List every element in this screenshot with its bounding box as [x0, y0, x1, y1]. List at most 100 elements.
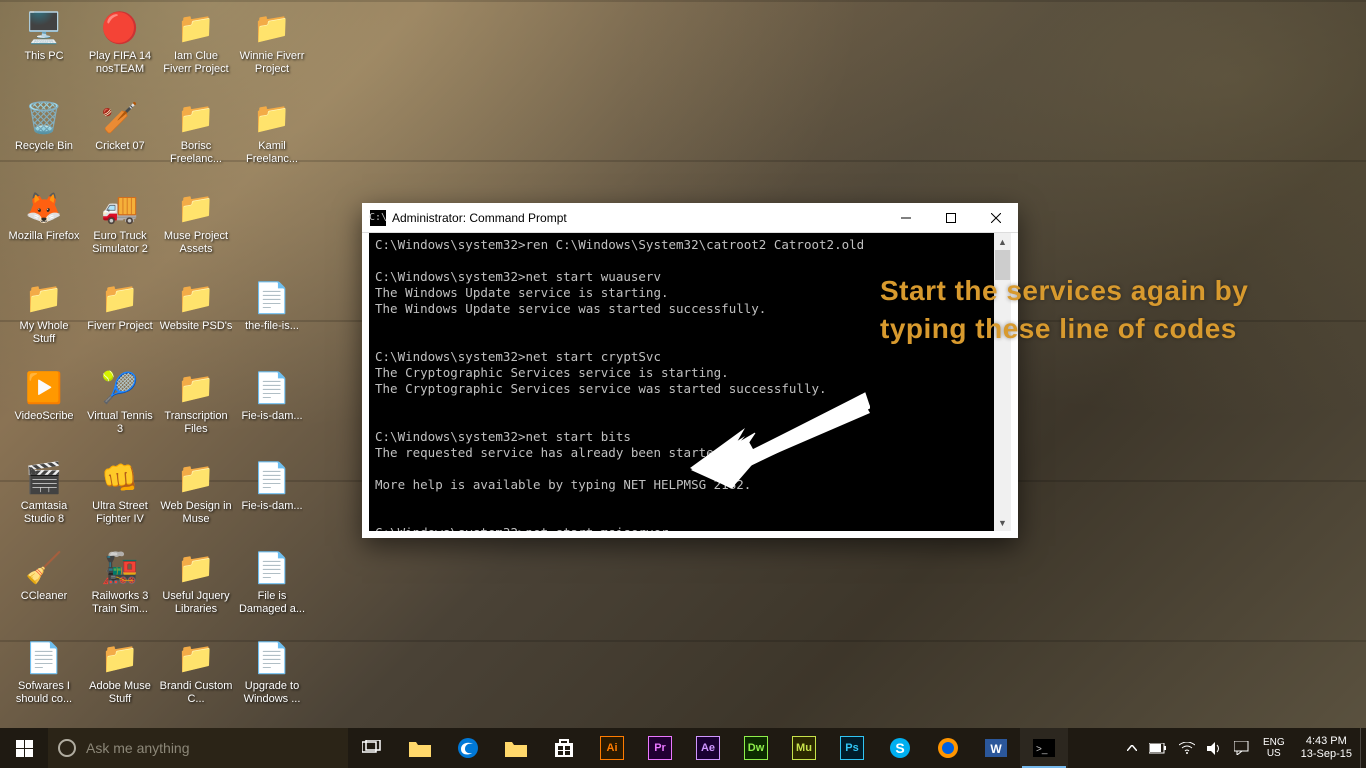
taskbar-app-firefox[interactable]: [924, 728, 972, 768]
cmd-title-icon: C:\: [370, 210, 386, 226]
desktop-glyph-icon: 📁: [176, 98, 216, 138]
desktop-icon-label: Play FIFA 14 nosTEAM: [83, 50, 157, 76]
cmd-titlebar[interactable]: C:\ Administrator: Command Prompt: [362, 203, 1018, 233]
desktop-icon-label: Brandi Custom C...: [159, 680, 233, 706]
desktop-icon[interactable]: 📁Transcription Files: [158, 364, 234, 452]
taskbar-app-photoshop[interactable]: Ps: [828, 728, 876, 768]
desktop-icon[interactable]: 🗑️Recycle Bin: [6, 94, 82, 182]
action-center-icon[interactable]: [1228, 728, 1255, 768]
close-button[interactable]: [973, 203, 1018, 233]
taskbar-app-file-explorer[interactable]: [396, 728, 444, 768]
battery-icon[interactable]: [1143, 728, 1173, 768]
file-explorer-icon: [408, 736, 432, 760]
desktop-icon[interactable]: 🚚Euro Truck Simulator 2: [82, 184, 158, 272]
desktop-icon-label: Website PSD's: [160, 320, 233, 333]
desktop-icon[interactable]: 📁Fiverr Project: [82, 274, 158, 362]
desktop-glyph-icon: 🔴: [100, 8, 140, 48]
desktop-icon-label: Muse Project Assets: [159, 230, 233, 256]
desktop-icon[interactable]: 📁Web Design in Muse: [158, 454, 234, 542]
scroll-down-arrow[interactable]: ▼: [994, 514, 1011, 531]
desktop-icon[interactable]: 🦊Mozilla Firefox: [6, 184, 82, 272]
taskbar-app-skype[interactable]: S: [876, 728, 924, 768]
desktop-glyph-icon: 📁: [176, 368, 216, 408]
taskbar-search[interactable]: Ask me anything: [48, 728, 348, 768]
desktop-icon[interactable]: 📄the-file-is...: [234, 274, 310, 362]
maximize-button[interactable]: [928, 203, 973, 233]
desktop-icon[interactable]: 🧹 CCleaner: [6, 544, 82, 632]
taskbar-app-file-explorer-2[interactable]: [492, 728, 540, 768]
clock[interactable]: 4:43 PM 13-Sep-15: [1293, 728, 1360, 768]
desktop-glyph-icon: 🧹: [24, 548, 64, 588]
taskbar-app-edge[interactable]: [444, 728, 492, 768]
file-explorer-2-icon: [504, 736, 528, 760]
desktop-icon[interactable]: 📄File is Damaged a...: [234, 544, 310, 632]
desktop-icon[interactable]: 🔴Play FIFA 14 nosTEAM: [82, 4, 158, 92]
desktop-icon[interactable]: 📁Brandi Custom C...: [158, 634, 234, 722]
desktop-glyph-icon: 📄: [252, 638, 292, 678]
desktop-icon-label: Web Design in Muse: [159, 500, 233, 526]
taskbar-app-after-effects[interactable]: Ae: [684, 728, 732, 768]
desktop-icon[interactable]: 🏏Cricket 07: [82, 94, 158, 182]
scroll-up-arrow[interactable]: ▲: [994, 233, 1011, 250]
desktop-icon-label: Iam Clue Fiverr Project: [159, 50, 233, 76]
desktop-icon[interactable]: 📁My Whole Stuff: [6, 274, 82, 362]
desktop-icon-label: Mozilla Firefox: [9, 230, 80, 243]
desktop-glyph-icon: 🗑️: [24, 98, 64, 138]
desktop-glyph-icon: 📁: [252, 8, 292, 48]
desktop-glyph-icon: 📄: [252, 458, 292, 498]
desktop-icon[interactable]: 📄 Fie-is-dam...: [234, 454, 310, 542]
taskbar-app-store[interactable]: [540, 728, 588, 768]
taskbar-app-illustrator[interactable]: Ai: [588, 728, 636, 768]
desktop-icon[interactable]: 📁Useful Jquery Libraries: [158, 544, 234, 632]
desktop-icon[interactable]: ▶️VideoScribe: [6, 364, 82, 452]
desktop-icon-label: Virtual Tennis 3: [83, 410, 157, 436]
desktop-icon[interactable]: 📁Website PSD's: [158, 274, 234, 362]
start-button[interactable]: [0, 728, 48, 768]
desktop-glyph-icon: 📁: [176, 548, 216, 588]
cmd-title-text: Administrator: Command Prompt: [392, 211, 567, 225]
command-prompt-window[interactable]: C:\ Administrator: Command Prompt C:\Win…: [362, 203, 1018, 538]
desktop-icon[interactable]: 👊Ultra Street Fighter IV: [82, 454, 158, 542]
wifi-icon[interactable]: [1173, 728, 1201, 768]
minimize-button[interactable]: [883, 203, 928, 233]
tray-overflow-icon[interactable]: [1121, 728, 1143, 768]
desktop-icon[interactable]: 📁Adobe Muse Stuff: [82, 634, 158, 722]
desktop-icon[interactable]: 📄Upgrade to Windows ...: [234, 634, 310, 722]
dreamweaver-icon: Dw: [744, 736, 768, 760]
svg-text:>_: >_: [1036, 744, 1048, 755]
desktop-glyph-icon: ▶️: [24, 368, 64, 408]
desktop-icon[interactable]: 🎬Camtasia Studio 8: [6, 454, 82, 542]
desktop-icon[interactable]: 📁Winnie Fiverr Project: [234, 4, 310, 92]
volume-icon[interactable]: [1201, 728, 1228, 768]
language-indicator[interactable]: ENG US: [1255, 728, 1293, 768]
desktop-icon[interactable]: 🚂Railworks 3 Train Sim...: [82, 544, 158, 632]
svg-text:W: W: [990, 742, 1002, 756]
search-placeholder: Ask me anything: [86, 740, 190, 756]
cortana-icon: [58, 739, 76, 757]
desktop-icon-label: Ultra Street Fighter IV: [83, 500, 157, 526]
task-view-button[interactable]: [348, 728, 396, 768]
desktop-icon-label: Fie-is-dam...: [241, 500, 302, 513]
desktop-icon[interactable]: 📁Kamil Freelanc...: [234, 94, 310, 182]
show-desktop-button[interactable]: [1360, 728, 1366, 768]
desktop-icon-label: Railworks 3 Train Sim...: [83, 590, 157, 616]
edge-icon: [456, 736, 480, 760]
taskbar-app-cmd[interactable]: >_: [1020, 728, 1068, 768]
desktop-icon[interactable]: 📄Sofwares I should co...: [6, 634, 82, 722]
desktop-glyph-icon: 📁: [176, 188, 216, 228]
desktop-icon-label: Camtasia Studio 8: [7, 500, 81, 526]
desktop-icon[interactable]: 🖥️This PC: [6, 4, 82, 92]
desktop-icon[interactable]: 📁Borisc Freelanc...: [158, 94, 234, 182]
muse-icon: Mu: [792, 736, 816, 760]
desktop-icon-label: Kamil Freelanc...: [235, 140, 309, 166]
taskbar-app-premiere[interactable]: Pr: [636, 728, 684, 768]
desktop-icon-label: CCleaner: [21, 590, 67, 603]
desktop-icon[interactable]: 📁Iam Clue Fiverr Project: [158, 4, 234, 92]
desktop-icon[interactable]: 📁Muse Project Assets: [158, 184, 234, 272]
taskbar: Ask me anything AiPrAeDwMuPsSW>_ ENG US …: [0, 728, 1366, 768]
taskbar-app-word[interactable]: W: [972, 728, 1020, 768]
taskbar-app-dreamweaver[interactable]: Dw: [732, 728, 780, 768]
taskbar-app-muse[interactable]: Mu: [780, 728, 828, 768]
desktop-icon[interactable]: 📄Fie-is-dam...: [234, 364, 310, 452]
desktop-icon[interactable]: 🎾Virtual Tennis 3: [82, 364, 158, 452]
